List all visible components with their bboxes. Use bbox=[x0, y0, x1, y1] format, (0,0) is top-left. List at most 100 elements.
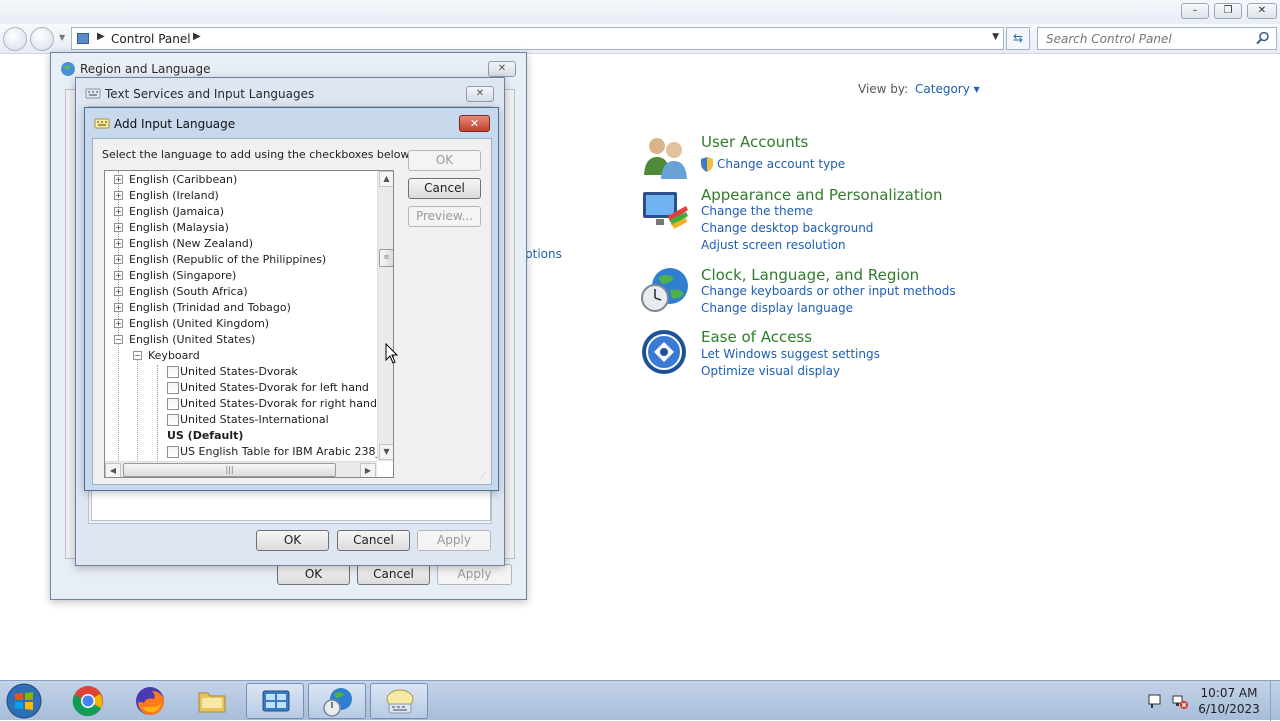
taskbar-control-panel[interactable] bbox=[246, 683, 304, 719]
appearance-title[interactable]: Appearance and Personalization bbox=[701, 186, 943, 204]
checkbox[interactable] bbox=[167, 414, 179, 426]
address-bar[interactable]: ▶ Control Panel ▶ ▼ bbox=[71, 27, 1004, 50]
change-keyboards-link[interactable]: Change keyboards or other input methods bbox=[701, 284, 956, 298]
taskbar-text-services[interactable] bbox=[370, 683, 428, 719]
scroll-up-arrow-icon[interactable]: ▲ bbox=[379, 171, 393, 187]
user-accounts-title[interactable]: User Accounts bbox=[701, 133, 808, 151]
scroll-down-arrow-icon[interactable]: ▼ bbox=[379, 444, 393, 460]
language-tree[interactable]: + English (Caribbean) + English (Ireland… bbox=[104, 170, 394, 478]
ease-of-access-title[interactable]: Ease of Access bbox=[701, 328, 812, 346]
scroll-left-arrow-icon[interactable]: ◀ bbox=[105, 463, 121, 477]
show-desktop-button[interactable] bbox=[1270, 681, 1280, 721]
tree-item-label[interactable]: English (Republic of the Philippines) bbox=[129, 253, 326, 266]
windows-start-icon[interactable] bbox=[6, 683, 42, 719]
keyboard-option-label[interactable]: US (Default) bbox=[167, 429, 243, 442]
keyboard-option-label[interactable]: US English Table for IBM Arabic 238_L bbox=[180, 445, 387, 458]
taskbar-windows-explorer[interactable] bbox=[183, 683, 241, 719]
text-services-apply-button[interactable]: Apply bbox=[417, 530, 491, 551]
expand-icon[interactable]: + bbox=[114, 223, 123, 232]
text-services-ok-button[interactable]: OK bbox=[256, 530, 329, 551]
change-account-type-link[interactable]: Change account type bbox=[717, 157, 845, 171]
checkbox[interactable] bbox=[167, 398, 179, 410]
taskbar-chrome[interactable] bbox=[59, 683, 117, 719]
options-link[interactable]: ptions bbox=[525, 247, 562, 261]
adjust-screen-resolution-link[interactable]: Adjust screen resolution bbox=[701, 238, 846, 252]
expand-icon[interactable]: + bbox=[114, 239, 123, 248]
region-language-close-button[interactable]: ✕ bbox=[488, 61, 516, 77]
collapse-icon[interactable]: − bbox=[114, 335, 123, 344]
expand-icon[interactable]: + bbox=[114, 175, 123, 184]
display-paint-icon[interactable] bbox=[640, 186, 690, 234]
keyboard-option-label[interactable]: United States-International bbox=[180, 413, 329, 426]
region-apply-button[interactable]: Apply bbox=[437, 564, 512, 585]
users-icon[interactable] bbox=[640, 133, 690, 181]
add-language-cancel-button[interactable]: Cancel bbox=[408, 178, 481, 199]
back-button[interactable] bbox=[3, 27, 27, 51]
forward-button[interactable] bbox=[30, 27, 54, 51]
close-button[interactable]: ✕ bbox=[1247, 3, 1277, 19]
expand-icon[interactable]: + bbox=[114, 255, 123, 264]
expand-icon[interactable]: + bbox=[114, 207, 123, 216]
action-center-flag-icon[interactable] bbox=[1147, 693, 1163, 709]
tree-item-label[interactable]: English (South Africa) bbox=[129, 285, 248, 298]
add-language-ok-button[interactable]: OK bbox=[408, 150, 481, 171]
region-ok-button[interactable]: OK bbox=[277, 564, 350, 585]
expand-icon[interactable]: + bbox=[114, 287, 123, 296]
keyboard-option-label[interactable]: United States-Dvorak for left hand bbox=[180, 381, 369, 394]
search-input[interactable] bbox=[1044, 31, 1244, 47]
system-clock[interactable]: 10:07 AM 6/10/2023 bbox=[1196, 685, 1262, 717]
tree-item-label[interactable]: Keyboard bbox=[148, 349, 200, 362]
keyboard-option-label[interactable]: United States-Dvorak for right hand bbox=[180, 397, 377, 410]
tree-item-label[interactable]: English (United States) bbox=[129, 333, 255, 346]
text-services-cancel-button[interactable]: Cancel bbox=[337, 530, 410, 551]
text-services-close-button[interactable]: ✕ bbox=[466, 86, 494, 102]
region-cancel-button[interactable]: Cancel bbox=[357, 564, 430, 585]
breadcrumb-control-panel[interactable]: Control Panel bbox=[111, 32, 191, 46]
vertical-scrollbar[interactable]: ▲ ≡ ▼ bbox=[377, 171, 393, 461]
globe-clock-icon[interactable] bbox=[640, 266, 690, 314]
expand-icon[interactable]: + bbox=[114, 271, 123, 280]
ease-of-access-icon[interactable] bbox=[640, 328, 690, 376]
change-desktop-background-link[interactable]: Change desktop background bbox=[701, 221, 873, 235]
horizontal-scrollbar[interactable]: ◀ ||| ▶ bbox=[105, 461, 377, 477]
collapse-icon[interactable]: − bbox=[133, 351, 142, 360]
breadcrumb-separator-icon[interactable]: ▶ bbox=[97, 31, 105, 42]
checkbox[interactable] bbox=[167, 446, 179, 458]
minimize-button[interactable]: – bbox=[1181, 3, 1209, 19]
optimize-visual-display-link[interactable]: Optimize visual display bbox=[701, 364, 840, 378]
search-icon[interactable] bbox=[1256, 31, 1270, 45]
vertical-scroll-thumb[interactable]: ≡ bbox=[379, 249, 393, 267]
add-input-language-close-button[interactable]: ✕ bbox=[459, 115, 490, 132]
tree-item-label[interactable]: English (Trinidad and Tobago) bbox=[129, 301, 291, 314]
tree-item-label[interactable]: English (Malaysia) bbox=[129, 221, 229, 234]
clock-language-region-title[interactable]: Clock, Language, and Region bbox=[701, 266, 919, 284]
checkbox[interactable] bbox=[167, 366, 179, 378]
tree-item-label[interactable]: English (Ireland) bbox=[129, 189, 219, 202]
change-display-language-link[interactable]: Change display language bbox=[701, 301, 853, 315]
expand-icon[interactable]: + bbox=[114, 303, 123, 312]
view-by-dropdown[interactable]: Category ▾ bbox=[915, 82, 980, 96]
expand-icon[interactable]: + bbox=[114, 319, 123, 328]
resize-grip-icon[interactable]: ⋰ bbox=[479, 472, 489, 482]
taskbar-region-language[interactable] bbox=[308, 683, 366, 719]
scroll-right-arrow-icon[interactable]: ▶ bbox=[360, 463, 376, 477]
breadcrumb-separator-icon[interactable]: ▶ bbox=[193, 31, 201, 42]
refresh-button[interactable]: ⇆ bbox=[1006, 27, 1030, 50]
let-windows-suggest-link[interactable]: Let Windows suggest settings bbox=[701, 347, 880, 361]
address-dropdown-icon[interactable]: ▼ bbox=[992, 32, 999, 42]
tree-item-label[interactable]: English (New Zealand) bbox=[129, 237, 253, 250]
add-language-preview-button[interactable]: Preview... bbox=[408, 206, 481, 227]
taskbar-firefox[interactable] bbox=[121, 683, 179, 719]
tree-item-label[interactable]: English (Singapore) bbox=[129, 269, 236, 282]
keyboard-option-label[interactable]: United States-Dvorak bbox=[180, 365, 298, 378]
tree-item-label[interactable]: English (Caribbean) bbox=[129, 173, 237, 186]
horizontal-scroll-thumb[interactable]: ||| bbox=[123, 463, 336, 477]
network-disconnected-icon[interactable] bbox=[1172, 693, 1188, 709]
expand-icon[interactable]: + bbox=[114, 191, 123, 200]
recent-pages-dropdown[interactable]: ▼ bbox=[59, 33, 65, 42]
tree-item-label[interactable]: English (United Kingdom) bbox=[129, 317, 269, 330]
checkbox[interactable] bbox=[167, 382, 179, 394]
tree-item-label[interactable]: English (Jamaica) bbox=[129, 205, 224, 218]
change-theme-link[interactable]: Change the theme bbox=[701, 204, 813, 218]
maximize-button[interactable]: ❐ bbox=[1214, 3, 1242, 19]
